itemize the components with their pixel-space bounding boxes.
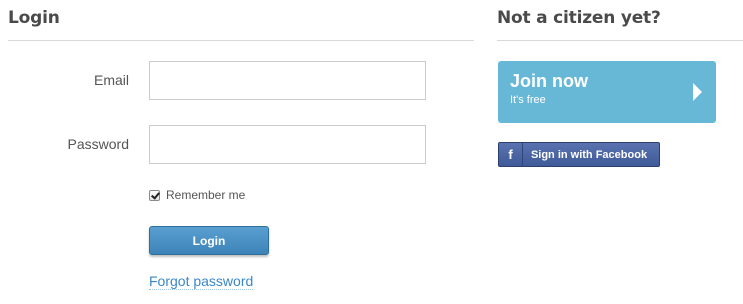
facebook-icon: f: [499, 143, 523, 166]
email-field[interactable]: [149, 61, 426, 100]
login-page: Login Email Password Remember me Login F…: [0, 0, 743, 304]
remember-me[interactable]: Remember me: [149, 188, 245, 202]
signup-heading: Not a citizen yet?: [497, 8, 661, 28]
join-now-title: Join now: [510, 71, 588, 91]
facebook-signin-label: Sign in with Facebook: [530, 148, 648, 161]
remember-me-label: Remember me: [166, 188, 246, 202]
email-label: Email: [93, 72, 129, 88]
password-field[interactable]: [149, 125, 426, 164]
remember-me-checkbox[interactable]: [149, 189, 160, 201]
login-heading: Login: [8, 8, 60, 28]
facebook-signin-button[interactable]: f Sign in with Facebook: [498, 142, 660, 167]
arrow-right-icon: [693, 83, 702, 101]
password-label: Password: [67, 136, 129, 152]
login-button[interactable]: Login: [149, 226, 269, 255]
signup-divider: [497, 40, 743, 41]
join-now-button[interactable]: Join now It's free: [498, 61, 716, 123]
join-now-subtitle: It's free: [510, 94, 546, 106]
forgot-password-link[interactable]: Forgot password: [149, 273, 254, 290]
login-divider: [8, 40, 474, 41]
